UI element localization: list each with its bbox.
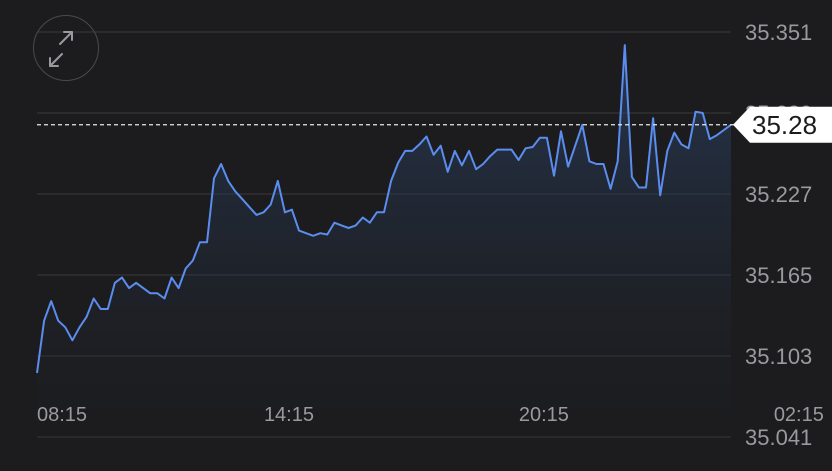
current-price-badge-layer: 35.28 [733,106,832,143]
y-tick-label: 35.227 [745,182,812,207]
price-chart-svg: 35.35135.28935.22735.16535.10335.041 08:… [36,20,832,450]
x-tick-label: 02:15 [774,404,824,426]
y-tick-label: 35.103 [745,344,812,369]
y-tick-label: 35.041 [745,425,812,450]
x-tick-label: 08:15 [37,404,87,426]
price-area [37,45,731,437]
price-chart: 35.35135.28935.22735.16535.10335.041 08:… [0,0,832,471]
x-tick-label: 20:15 [519,404,569,426]
expand-button[interactable] [33,15,99,81]
current-price-label: 35.28 [752,110,817,140]
y-axis-labels: 35.35135.28935.22735.16535.10335.041 [745,20,812,450]
x-tick-label: 14:15 [264,404,314,426]
y-tick-label: 35.351 [745,20,812,45]
area-fill [37,45,731,437]
expand-arrows-icon [49,31,73,67]
y-tick-label: 35.165 [745,263,812,288]
